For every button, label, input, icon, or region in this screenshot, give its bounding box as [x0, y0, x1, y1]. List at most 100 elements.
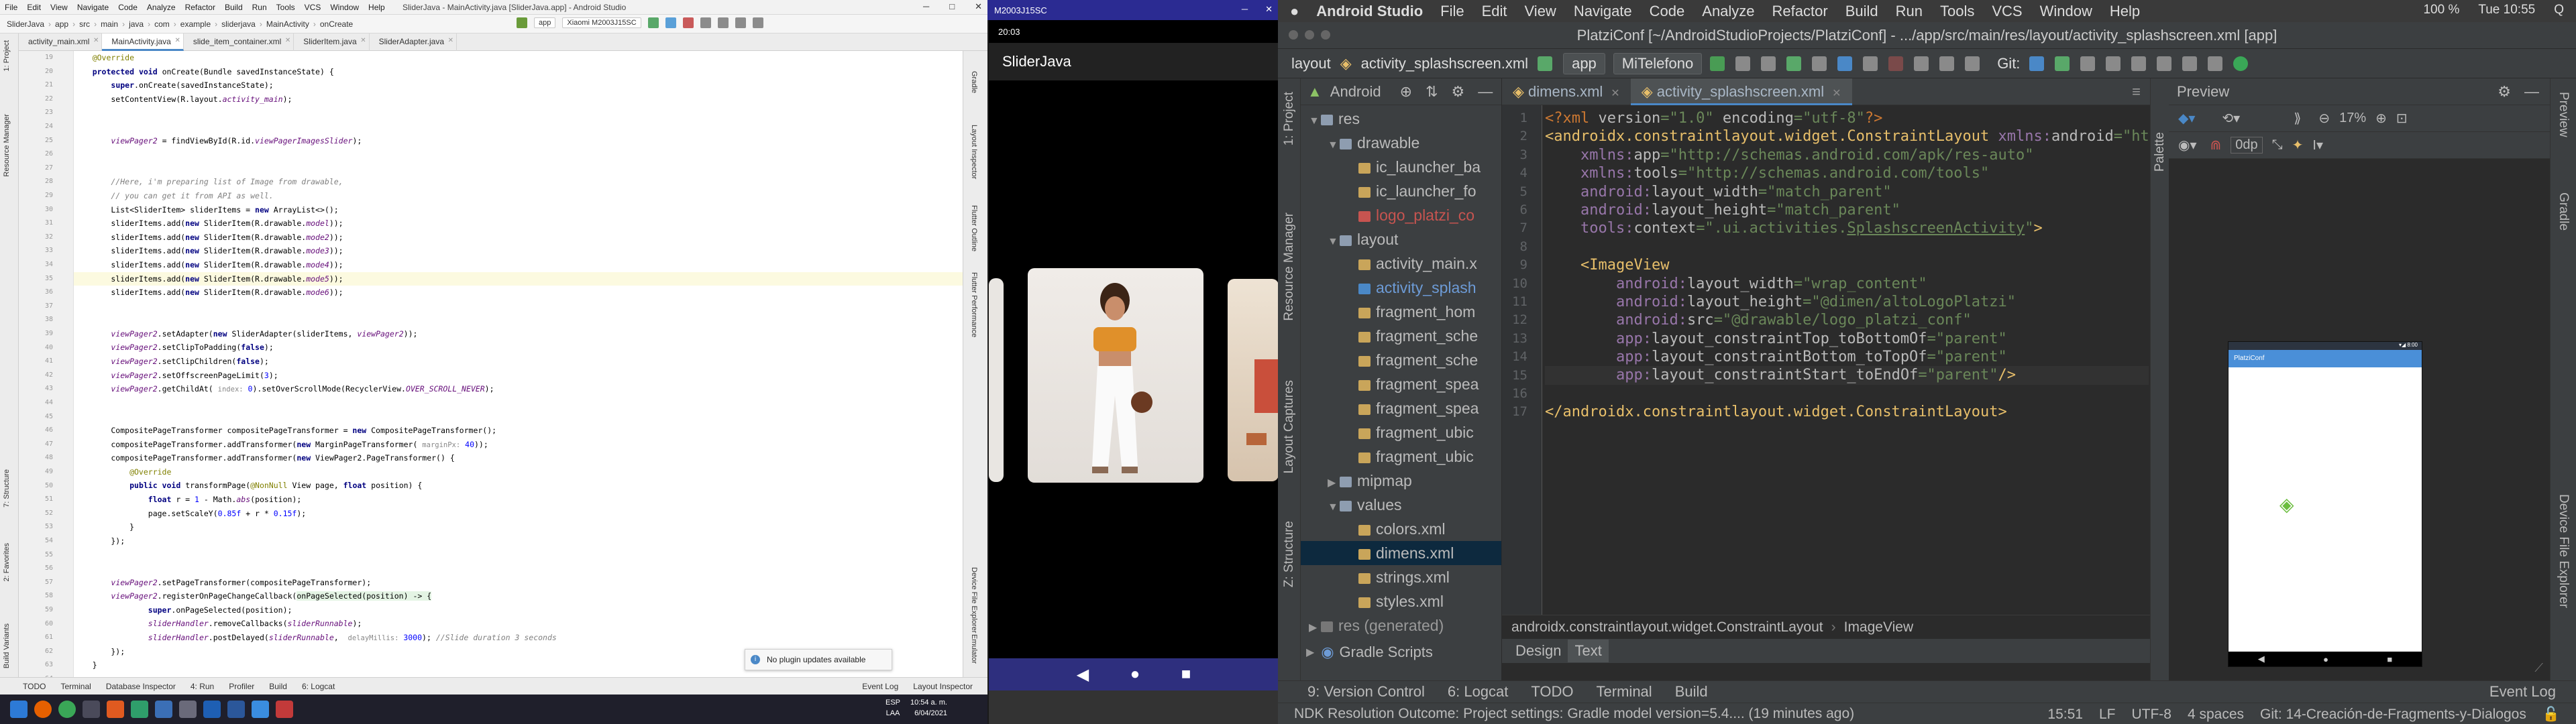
git-push-icon[interactable]	[2080, 56, 2096, 71]
android-studio-icon[interactable]	[2233, 56, 2249, 71]
resize-handle-icon[interactable]: ⟋	[2534, 661, 2543, 675]
breadcrumb-item[interactable]: src	[79, 19, 90, 29]
run-icon[interactable]	[647, 17, 659, 28]
tree-item[interactable]: fragment_sche	[1301, 348, 1501, 372]
zoom-in-icon[interactable]: ⊕	[2375, 110, 2387, 127]
mac-menu-item[interactable]: Android Studio	[1316, 3, 1423, 20]
tree-item[interactable]: ▼ drawable	[1301, 131, 1501, 155]
mac-menu-item[interactable]: Navigate	[1574, 3, 1632, 20]
hide-icon[interactable]: —	[1478, 83, 1493, 101]
git-update-icon[interactable]	[2029, 56, 2045, 71]
close-icon[interactable]: ✕	[448, 37, 453, 44]
bottom-tool-0[interactable]: TODO	[23, 682, 46, 691]
firefox-icon[interactable]	[34, 701, 52, 718]
mac-menu-item[interactable]: Analyze	[1702, 3, 1754, 20]
mac-menu-item[interactable]: Refactor	[1772, 3, 1828, 20]
breadcrumb-item[interactable]: main	[101, 19, 118, 29]
start-icon[interactable]	[10, 701, 28, 718]
close-icon[interactable]: ✕	[93, 37, 99, 44]
bottom-tool-3[interactable]: 4: Run	[191, 682, 214, 691]
slide-current[interactable]	[1028, 268, 1203, 483]
menu-item-build[interactable]: Build	[225, 3, 243, 12]
default-margin-field[interactable]: 0dp	[2231, 137, 2263, 154]
caret-position[interactable]: 15:51	[2047, 707, 2083, 723]
tree-item[interactable]: activity_splash	[1301, 276, 1501, 300]
editor-tab[interactable]: SliderAdapter.java ✕	[370, 33, 458, 51]
tree-item[interactable]: ic_launcher_fo	[1301, 179, 1501, 203]
git-history-icon[interactable]	[2106, 56, 2121, 71]
infer-constraints-icon[interactable]: ✦	[2292, 137, 2304, 154]
menu-item-file[interactable]: File	[5, 3, 17, 12]
breadcrumb-item[interactable]: MainActivity	[266, 19, 309, 29]
phone-preview[interactable]: ▾◢ 8:00 PlatziConf ◈ ◀ ● ■	[2228, 341, 2422, 667]
home-icon[interactable]: ●	[1130, 665, 1140, 684]
device-select[interactable]: MiTelefono	[1613, 52, 1703, 74]
taskbar-clock[interactable]: 10:54 a. m. 6/04/2021	[910, 697, 947, 719]
close-icon[interactable]: ✕	[360, 37, 366, 44]
tool-window-0[interactable]: 1: Project	[3, 40, 11, 71]
line-separator[interactable]: LF	[2099, 707, 2116, 723]
search-taskbar-icon[interactable]	[83, 701, 100, 718]
app-icon[interactable]	[179, 701, 197, 718]
magnet-icon[interactable]: ⋒	[2210, 137, 2222, 154]
zoom-out-icon[interactable]: ⊖	[2318, 110, 2330, 127]
bottom-tool-8[interactable]: Layout Inspector	[913, 682, 973, 691]
app-icon[interactable]	[107, 701, 124, 718]
profile-icon[interactable]	[1837, 56, 1853, 71]
close-icon[interactable]: ✕	[1832, 88, 1841, 99]
menu-item-tools[interactable]: Tools	[276, 3, 295, 12]
sdk-manager-icon[interactable]	[1965, 56, 1980, 71]
editor-tab[interactable]: SliderItem.java ✕	[294, 33, 370, 51]
close-icon[interactable]: ✕	[975, 1, 982, 12]
tool-window-3[interactable]: Z: Structure	[1282, 521, 1297, 587]
run-icon[interactable]	[1710, 56, 1725, 71]
guidelines-icon[interactable]: I▾	[2312, 137, 2323, 154]
gear-icon[interactable]: ⚙	[2498, 83, 2511, 101]
app-icon[interactable]	[227, 701, 245, 718]
git-commit-icon[interactable]	[2055, 56, 2070, 71]
bottom-tool-7[interactable]: Event Log	[862, 682, 898, 691]
bottom-tool-4[interactable]: Profiler	[229, 682, 254, 691]
git-rollback-icon[interactable]	[2131, 56, 2147, 71]
menu-item-navigate[interactable]: Navigate	[77, 3, 109, 12]
app-icon[interactable]	[252, 701, 269, 718]
sync-icon[interactable]	[700, 17, 711, 28]
minimize-dot-icon[interactable]	[1305, 30, 1314, 40]
menu-item-run[interactable]: Run	[252, 3, 267, 12]
close-icon[interactable]: ✕	[285, 37, 290, 44]
back-icon[interactable]: ◀	[1077, 665, 1089, 684]
word-icon[interactable]	[203, 701, 221, 718]
mac-menu-item[interactable]: Edit	[1482, 3, 1507, 20]
mac-clock[interactable]: Tue 10:55	[2478, 3, 2535, 17]
mac-menu-item[interactable]: Code	[1650, 3, 1685, 20]
breadcrumb-file[interactable]: activity_splashscreen.xml	[1361, 55, 1528, 72]
tab-text[interactable]: Text	[1568, 640, 1609, 662]
xml-editor[interactable]: ◈ dimens.xml ✕ ◈ activity_splashscreen.xml…	[1502, 78, 2150, 639]
slide-next[interactable]	[1228, 279, 1279, 481]
run-config-select[interactable]: app	[534, 17, 556, 28]
tree-item[interactable]: ic_launcher_ba	[1301, 155, 1501, 179]
tool-window-3[interactable]: 2: Favorites	[3, 543, 11, 581]
tree-item[interactable]: fragment_spea	[1301, 372, 1501, 396]
status-message[interactable]: NDK Resolution Outcome: Project settings…	[1294, 706, 1854, 722]
tree-item[interactable]: ▼ layout	[1301, 227, 1501, 251]
device-select[interactable]: Xiaomi M2003J15SC	[562, 17, 641, 28]
tree-item[interactable]: ▶ mipmap	[1301, 469, 1501, 493]
hammer-icon[interactable]	[1538, 56, 1553, 71]
close-icon[interactable]: ✕	[1611, 88, 1619, 99]
mac-menu-item[interactable]: Build	[1845, 3, 1878, 20]
image-slider[interactable]	[989, 80, 1279, 658]
layers-icon[interactable]: ◆▾	[2178, 110, 2195, 127]
stop-icon[interactable]	[1888, 56, 1904, 71]
tool-window-right-2[interactable]: Flutter Outline	[970, 205, 978, 251]
tree-item[interactable]: ▼ values	[1301, 493, 1501, 517]
tree-item[interactable]: fragment_hom	[1301, 300, 1501, 324]
menu-item-code[interactable]: Code	[118, 3, 138, 12]
mac-menu-item[interactable]: Tools	[1940, 3, 1974, 20]
bottom-tool-6[interactable]: 6: Logcat	[302, 682, 335, 691]
layout-icon[interactable]	[2182, 56, 2198, 71]
tree-item[interactable]: activity_main.x	[1301, 251, 1501, 276]
mac-menu-item[interactable]: View	[1525, 3, 1556, 20]
tree-item[interactable]: fragment_sche	[1301, 324, 1501, 348]
breadcrumb-item[interactable]: onCreate	[320, 19, 353, 29]
